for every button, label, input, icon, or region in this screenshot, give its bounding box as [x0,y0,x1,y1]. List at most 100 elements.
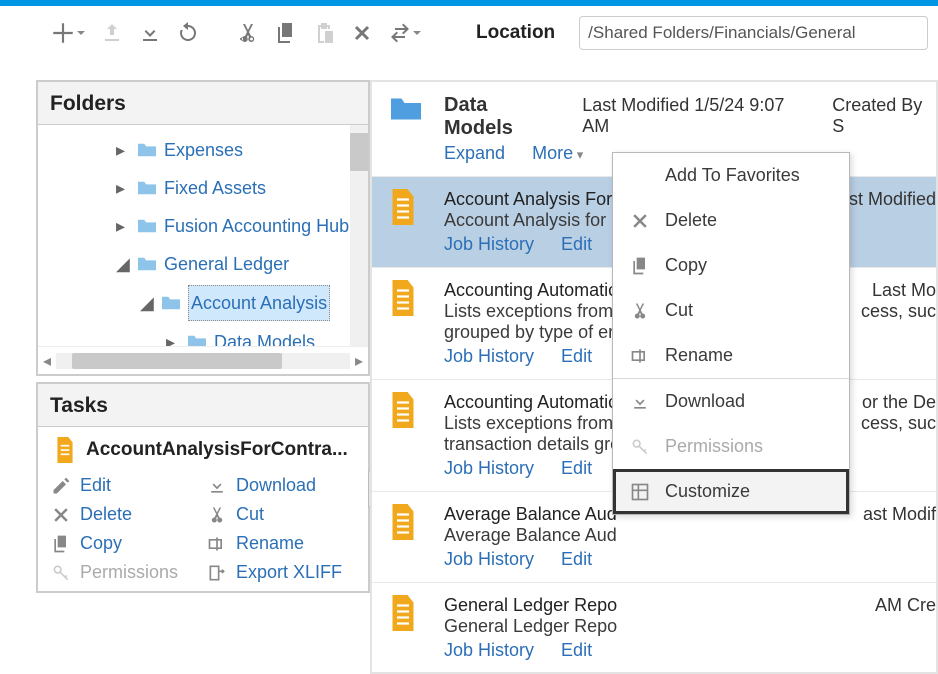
folder-expenses[interactable]: ▸ Expenses [38,131,368,169]
download-icon [206,476,228,496]
download-icon [629,392,651,412]
edit-link[interactable]: Edit [561,234,592,254]
task-label: Delete [80,504,132,525]
folder-icon [136,141,158,159]
edit-link[interactable]: Edit [561,346,592,366]
report-icon [388,189,418,225]
tasks-panel: Tasks AccountAnalysisForContra... Edit D… [36,382,370,593]
task-copy[interactable]: Copy [50,533,200,554]
edit-link[interactable]: Edit [561,640,592,660]
folder-label[interactable]: Fixed Assets [164,171,266,205]
row-meta: ast Modif [863,504,936,525]
delete-icon [629,211,651,231]
task-export-xliff[interactable]: Export XLIFF [206,562,356,583]
job-history-link[interactable]: Job History [444,346,534,366]
vertical-scrollbar[interactable] [350,125,368,346]
report-icon [388,280,418,316]
folder-general-ledger[interactable]: ◢ General Ledger [38,245,368,283]
header-meta1: Last Modified 1/5/24 9:07 AM [582,95,808,137]
cut-icon [206,505,228,525]
cut-icon [629,301,651,321]
menu-rename[interactable]: Rename [613,333,849,378]
main-toolbar: Location [0,6,938,70]
export-icon [206,563,228,583]
caret-right-icon[interactable]: ▸ [116,216,130,237]
job-history-link[interactable]: Job History [444,640,534,660]
folders-header: Folders [38,82,368,124]
folder-fixed-assets[interactable]: ▸ Fixed Assets [38,169,368,207]
copy-icon [629,256,651,276]
caret-right-icon[interactable]: ▸ [116,178,130,199]
edit-link[interactable]: Edit [561,549,592,569]
folder-icon [136,217,158,235]
rename-icon [206,534,228,554]
location-input[interactable] [579,16,928,50]
expand-link[interactable]: Expand [444,143,505,163]
folder-icon [136,255,158,273]
horizontal-scrollbar[interactable]: ◂▸ [38,346,368,374]
menu-delete[interactable]: Delete [613,198,849,243]
report-icon [388,595,418,631]
menu-permissions: Permissions [613,424,849,469]
task-file: AccountAnalysisForContra... [50,437,356,463]
menu-label: Download [665,391,745,412]
task-delete[interactable]: Delete [50,504,200,525]
task-cut[interactable]: Cut [206,504,356,525]
swap-button[interactable] [388,21,422,45]
customize-icon [629,482,651,502]
job-history-link[interactable]: Job History [444,549,534,569]
folder-label[interactable]: Expenses [164,133,243,167]
menu-download[interactable]: Download [613,379,849,424]
caret-down-icon[interactable]: ◢ [116,254,130,275]
caret-down-icon[interactable]: ◢ [140,293,154,314]
row-meta: Last Mo [861,280,936,301]
upload-button[interactable] [100,21,124,45]
menu-label: Cut [665,300,693,321]
context-menu: ★ Add To Favorites Delete Copy Cut Renam… [612,152,850,515]
row-meta: AM Cre [875,595,936,616]
new-button[interactable] [50,20,86,46]
task-label: Export XLIFF [236,562,342,583]
header-title: Data Models [444,94,558,140]
menu-add-favorites[interactable]: ★ Add To Favorites [613,153,849,198]
row-meta2: cess, suc [861,413,936,434]
task-label: Permissions [80,562,178,583]
more-link[interactable]: More [532,143,583,163]
folder-account-analysis[interactable]: ◢ Account Analysis [38,283,368,323]
key-icon [629,437,651,457]
edit-link[interactable]: Edit [561,458,592,478]
row-meta2: cess, suc [861,301,936,322]
report-icon [388,504,418,540]
download-button[interactable] [138,21,162,45]
task-label: Download [236,475,316,496]
folder-icon [136,179,158,197]
menu-label: Customize [665,481,750,502]
task-edit[interactable]: Edit [50,475,200,496]
row-desc: General Ledger Repo [444,616,859,637]
menu-label: Add To Favorites [665,165,800,186]
paste-button[interactable] [312,21,336,45]
task-download[interactable]: Download [206,475,356,496]
menu-label: Delete [665,210,717,231]
list-row[interactable]: General Ledger Repo General Ledger Repo … [372,583,936,674]
menu-customize[interactable]: Customize [613,469,849,514]
location-label: Location [476,22,555,44]
copy-button[interactable] [274,21,298,45]
task-label: Rename [236,533,304,554]
row-meta: or the De [861,392,936,413]
folder-label[interactable]: General Ledger [164,247,289,281]
job-history-link[interactable]: Job History [444,234,534,254]
job-history-link[interactable]: Job History [444,458,534,478]
folder-label[interactable]: Fusion Accounting Hub [164,209,349,243]
refresh-button[interactable] [176,21,200,45]
caret-right-icon[interactable]: ▸ [116,140,130,161]
menu-cut[interactable]: Cut [613,288,849,333]
row-desc: Average Balance Aud [444,525,847,546]
cut-button[interactable] [236,21,260,45]
menu-copy[interactable]: Copy [613,243,849,288]
content-list: Data Models Last Modified 1/5/24 9:07 AM… [370,80,938,674]
delete-button[interactable] [350,21,374,45]
folder-fusion-hub[interactable]: ▸ Fusion Accounting Hub [38,207,368,245]
task-rename[interactable]: Rename [206,533,356,554]
folder-label[interactable]: Account Analysis [188,285,330,321]
